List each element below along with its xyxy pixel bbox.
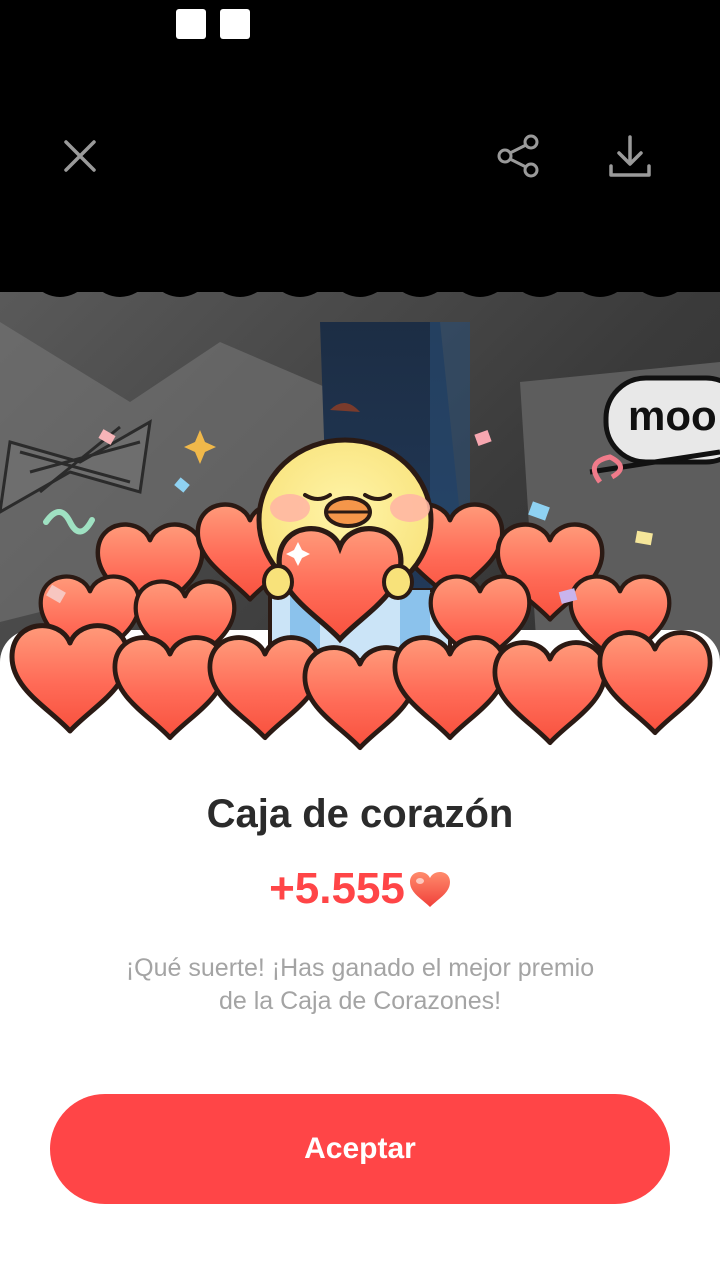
reward-amount-row: +5.555 (0, 864, 720, 914)
accept-button[interactable]: Aceptar (50, 1094, 670, 1204)
download-icon (609, 135, 651, 177)
status-icon (220, 9, 250, 39)
share-button[interactable] (492, 130, 544, 182)
status-icon (176, 9, 206, 39)
reward-screen: moo Caja de corazón +5.555 ¡Qué suerte! … (0, 0, 720, 1280)
close-icon (64, 140, 96, 172)
share-icon (497, 134, 539, 178)
status-bar-icons (176, 9, 250, 39)
reward-amount: +5.555 (269, 864, 405, 913)
heart-icon (409, 872, 450, 907)
hearts-illustration (0, 400, 720, 760)
download-button[interactable] (604, 130, 656, 182)
close-button[interactable] (54, 130, 106, 182)
reward-description: ¡Qué suerte! ¡Has ganado el mejor premio… (125, 954, 595, 1015)
reward-title: Caja de corazón (206, 792, 514, 836)
